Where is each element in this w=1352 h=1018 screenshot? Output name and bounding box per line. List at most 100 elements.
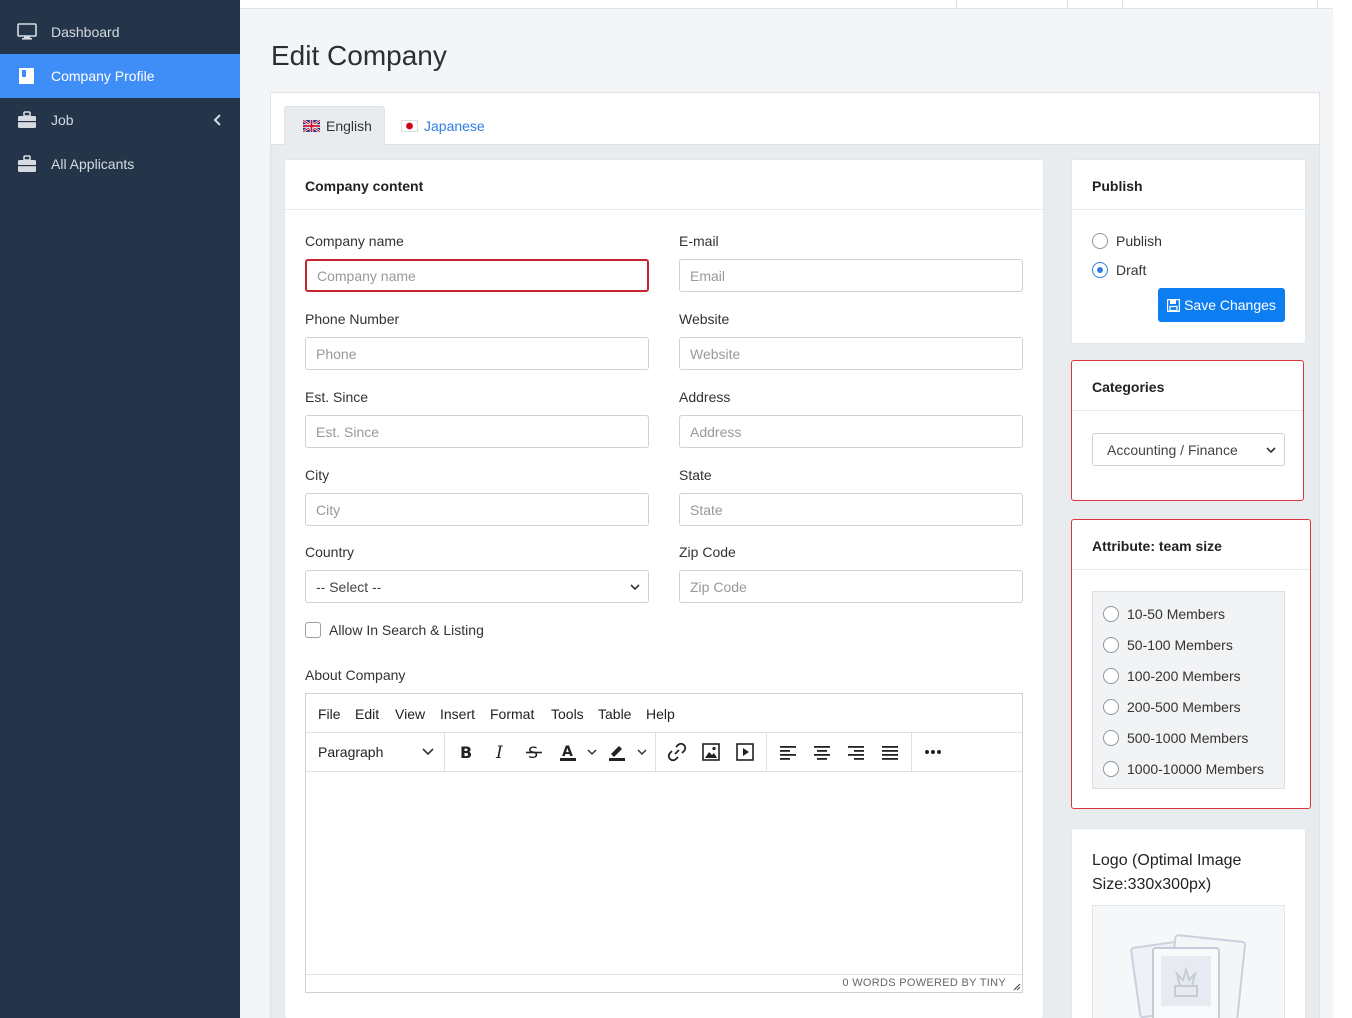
- publish-radio[interactable]: [1092, 233, 1108, 249]
- menu-edit[interactable]: Edit: [355, 706, 379, 722]
- allow-search-label: Allow In Search & Listing: [329, 622, 484, 638]
- menu-help[interactable]: Help: [646, 706, 675, 722]
- logo-upload-area[interactable]: [1092, 905, 1285, 1018]
- sidebar-item-label: Dashboard: [51, 24, 120, 40]
- sidebar-item-company-profile[interactable]: Company Profile: [0, 54, 240, 98]
- media-icon[interactable]: [732, 740, 758, 764]
- est-since-label: Est. Since: [305, 389, 369, 405]
- align-justify-icon[interactable]: [877, 740, 903, 764]
- team-size-card: Attribute: team size 10-50 Members 50-10…: [1071, 519, 1311, 809]
- image-icon[interactable]: [698, 740, 724, 764]
- menu-tools[interactable]: Tools: [551, 706, 584, 722]
- bold-icon[interactable]: B: [453, 740, 479, 764]
- tab-japanese[interactable]: Japanese: [401, 106, 485, 145]
- editor-menubar: File Edit View Insert Format Tools Table…: [306, 694, 1022, 733]
- card-header: Company content: [285, 160, 1043, 210]
- sidebar-item-all-applicants[interactable]: All Applicants: [0, 142, 240, 186]
- company-name-input[interactable]: Company name: [305, 259, 649, 292]
- team-size-label: 500-1000 Members: [1127, 730, 1249, 746]
- image-placeholder-icon: [1130, 934, 1246, 1018]
- email-input[interactable]: Email: [679, 259, 1023, 292]
- chevron-down-icon[interactable]: [587, 749, 597, 756]
- highlight-icon[interactable]: [604, 740, 630, 764]
- menu-insert[interactable]: Insert: [440, 706, 475, 722]
- chevron-down-icon: [630, 583, 640, 590]
- uk-flag-icon: [303, 120, 320, 132]
- align-left-icon[interactable]: [775, 740, 801, 764]
- card-header: Attribute: team size: [1072, 520, 1310, 570]
- top-navbar: [240, 0, 1333, 9]
- menu-table[interactable]: Table: [598, 706, 631, 722]
- team-size-options: 10-50 Members 50-100 Members 100-200 Mem…: [1092, 591, 1285, 789]
- navbar-divider: [1122, 0, 1123, 9]
- navbar-divider: [956, 0, 957, 9]
- resize-handle-icon[interactable]: [1011, 981, 1021, 991]
- publish-radio-label: Publish: [1116, 233, 1162, 249]
- editor-content-area[interactable]: [306, 772, 1022, 974]
- briefcase-icon: [18, 111, 36, 128]
- zip-input[interactable]: Zip Code: [679, 570, 1023, 603]
- draft-radio-label: Draft: [1116, 262, 1147, 278]
- email-label: E-mail: [679, 233, 719, 249]
- team-size-radio[interactable]: [1103, 606, 1119, 622]
- state-input[interactable]: State: [679, 493, 1023, 526]
- italic-icon[interactable]: I: [487, 740, 513, 764]
- team-size-label: 1000-10000 Members: [1127, 761, 1264, 777]
- block-format-dropdown[interactable]: Paragraph: [318, 744, 383, 760]
- text-color-icon[interactable]: A: [555, 740, 581, 764]
- city-input[interactable]: City: [305, 493, 649, 526]
- tab-label: Japanese: [424, 117, 485, 134]
- team-size-radio[interactable]: [1103, 668, 1119, 684]
- save-icon: [1167, 298, 1181, 312]
- chevron-left-icon[interactable]: [212, 112, 224, 128]
- tab-english[interactable]: English: [284, 106, 385, 145]
- navbar-divider: [1067, 0, 1068, 9]
- category-select-value: Accounting / Finance: [1107, 441, 1238, 458]
- sidebar-item-dashboard[interactable]: Dashboard: [0, 10, 240, 54]
- company-content-card: Company content Company name Company nam…: [284, 159, 1044, 1018]
- logo-card: Logo (Optimal Image Size:330x300px): [1071, 828, 1306, 1018]
- svg-text:B: B: [460, 744, 472, 760]
- sidebar-item-job[interactable]: Job: [0, 98, 240, 142]
- team-size-radio[interactable]: [1103, 699, 1119, 715]
- monitor-icon: [17, 23, 37, 40]
- strikethrough-icon[interactable]: S: [521, 740, 547, 764]
- scroll-gutter: [1333, 0, 1352, 1018]
- sidebar-item-label: Company Profile: [51, 68, 155, 84]
- allow-search-checkbox[interactable]: [305, 622, 321, 638]
- chevron-down-icon[interactable]: [637, 749, 647, 756]
- team-size-radio[interactable]: [1103, 730, 1119, 746]
- align-center-icon[interactable]: [809, 740, 835, 764]
- sidebar: Dashboard Company Profile Job All Applic…: [0, 0, 240, 1018]
- zip-label: Zip Code: [679, 544, 736, 560]
- team-size-radio[interactable]: [1103, 761, 1119, 777]
- card-header: Publish: [1072, 160, 1305, 210]
- address-label: Address: [679, 389, 731, 405]
- website-input[interactable]: Website: [679, 337, 1023, 370]
- categories-card: Categories Accounting / Finance: [1071, 360, 1304, 501]
- company-name-label: Company name: [305, 233, 404, 249]
- tab-label: English: [326, 118, 372, 134]
- address-input[interactable]: Address: [679, 415, 1023, 448]
- team-size-radio[interactable]: [1103, 637, 1119, 653]
- more-icon[interactable]: [920, 740, 946, 764]
- chevron-down-icon[interactable]: [422, 748, 434, 756]
- editor-toolbar: Paragraph B I S A: [306, 733, 1022, 772]
- phone-input[interactable]: Phone: [305, 337, 649, 370]
- menu-file[interactable]: File: [318, 706, 341, 722]
- est-since-input[interactable]: Est. Since: [305, 415, 649, 448]
- link-icon[interactable]: [664, 740, 690, 764]
- page-title: Edit Company: [271, 40, 447, 71]
- menu-view[interactable]: View: [395, 706, 425, 722]
- book-icon: [19, 68, 34, 84]
- save-changes-button[interactable]: Save Changes: [1158, 288, 1285, 322]
- country-select-value: -- Select --: [316, 578, 382, 595]
- about-company-label: About Company: [305, 667, 406, 683]
- save-button-label: Save Changes: [1184, 297, 1276, 313]
- category-select[interactable]: Accounting / Finance: [1092, 433, 1285, 466]
- country-select[interactable]: -- Select --: [305, 570, 649, 603]
- align-right-icon[interactable]: [843, 740, 869, 764]
- menu-format[interactable]: Format: [490, 706, 534, 722]
- team-size-label: 50-100 Members: [1127, 637, 1233, 653]
- draft-radio[interactable]: [1092, 262, 1108, 278]
